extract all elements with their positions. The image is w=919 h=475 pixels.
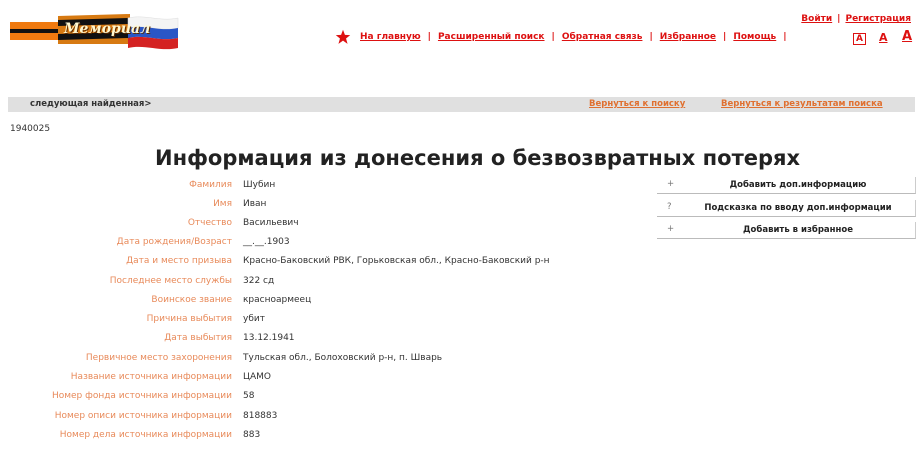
register-link[interactable]: Регистрация [845,14,911,24]
plus-icon: + [667,224,675,234]
input-hint-label: Подсказка по вводу доп.информации [704,203,892,213]
nav-advanced-search-link[interactable]: Расширенный поиск [438,32,545,42]
add-info-label: Добавить доп.информацию [729,180,867,190]
question-icon: ? [667,202,672,212]
add-info-button[interactable]: + Добавить доп.информацию [657,177,916,194]
main-nav: На главную | Расширенный поиск | Обратная св… [360,32,787,42]
result-navigation-bar: следующая найденная> Вернуться к поиску … [8,97,915,112]
field-label-reason: Причина выбытия [146,314,232,324]
field-label-inventory-number: Номер описи источника информации [54,411,232,421]
field-label-last-service: Последнее место службы [109,276,232,286]
field-label-burial-place: Первичное место захоронения [85,353,232,363]
field-value-date-of-loss: 13.12.1941 [243,333,295,343]
nav-feedback-link[interactable]: Обратная связь [562,32,643,42]
field-label-fond-number: Номер фонда источника информации [51,391,232,401]
logo-text: Мемориал [64,21,151,37]
field-value-rank: красноармеец [243,295,312,305]
field-value-reason: убит [243,314,265,324]
back-to-search-link[interactable]: Вернуться к поиску [589,99,685,109]
plus-icon: + [667,179,675,189]
font-size-small-button[interactable]: А [853,33,866,45]
nav-favorites-link[interactable]: Избранное [660,32,716,42]
field-value-patronymic: Васильевич [243,218,299,228]
field-value-inventory-number: 818883 [243,411,278,421]
field-label-birth-date: Дата рождения/Возраст [116,237,232,247]
field-value-first-name: Иван [243,199,267,209]
add-to-favorites-button[interactable]: + Добавить в избранное [657,222,916,239]
field-label-rank: Воинское звание [151,295,232,305]
add-to-favorites-label: Добавить в избранное [742,225,853,235]
nav-help-link[interactable]: Помощь [733,32,776,42]
field-label-patronymic: Отчество [187,218,232,228]
star-icon [335,29,351,44]
field-value-conscription: Красно-Баковский РВК, Горьковская обл., … [243,256,550,266]
font-size-medium-button[interactable]: А [879,31,888,44]
field-label-date-of-loss: Дата выбытия [164,333,232,343]
field-value-burial-place: Тульская обл., Болоховский р-н, п. Шварь [243,353,443,363]
field-value-last-service: 322 сд [243,276,275,286]
field-label-file-number: Номер дела источника информации [59,430,232,440]
back-to-results-link[interactable]: Вернуться к результатам поиска [721,99,883,109]
field-value-surname: Шубин [243,180,276,190]
field-value-fond-number: 58 [243,391,255,401]
memorial-logo[interactable]: Мемориал [10,8,180,50]
nav-home-link[interactable]: На главную [360,32,421,42]
record-id: 1940025 [10,124,51,134]
field-value-source-name: ЦАМО [243,372,271,382]
next-result-link[interactable]: следующая найденная> [30,99,152,109]
login-link[interactable]: Войти [801,14,832,24]
field-value-birth-date: __.__.1903 [243,237,290,247]
input-hint-button[interactable]: ? Подсказка по вводу доп.информации [657,200,916,217]
field-label-source-name: Название источника информации [70,372,232,382]
field-label-surname: Фамилия [189,180,232,190]
field-label-conscription: Дата и место призыва [126,256,232,266]
auth-links: Войти | Регистрация [801,14,911,24]
page-title: Информация из донесения о безвозвратных … [155,146,801,170]
field-label-first-name: Имя [213,199,232,209]
font-size-large-button[interactable]: А [902,29,912,44]
field-value-file-number: 883 [243,430,261,440]
